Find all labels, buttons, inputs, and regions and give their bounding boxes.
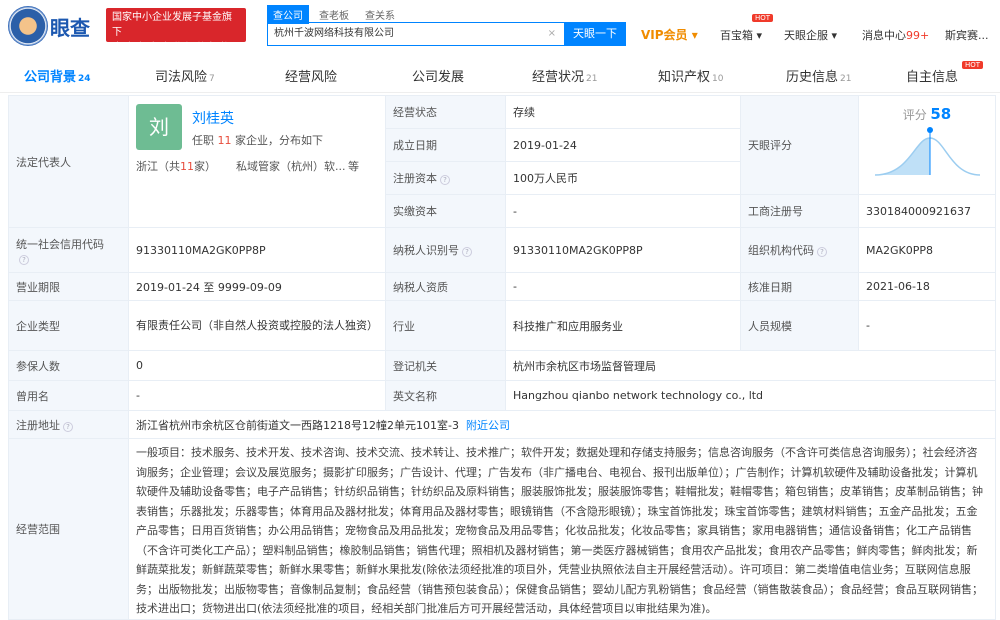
help-icon: ? [817,247,827,257]
insured-value: 0 [128,350,386,381]
founded-label: 成立日期 [385,128,506,162]
related-company[interactable]: 私域管家（杭州）软... [236,158,348,174]
insured-label: 参保人数 [8,350,129,381]
scope-value: 一般项目：技术服务、技术开发、技术咨询、技术交流、技术转让、技术推广；软件开发；… [128,438,996,620]
tab-company-development[interactable]: 公司发展 [412,66,464,85]
region-count[interactable]: 浙江（共11家） [136,158,236,174]
etc-text: 等 [348,160,359,173]
former-label: 曾用名 [8,380,129,411]
approve-label: 核准日期 [740,272,859,301]
score-label: 天眼评分 [740,95,859,195]
message-center[interactable]: 消息中心99+ [862,27,929,43]
authority-value: 杭州市余杭区市场监督管理局 [505,350,996,381]
section-tabs: 公司背景 24 司法风险 7 经营风险 公司发展 经营状况 21 知识产权 10 历史信… [0,55,1000,93]
logo-text: 眼查 [50,15,90,40]
score-cell[interactable]: 评分 58 [858,95,996,195]
help-icon: ? [440,175,450,185]
legal-rep-summary: 任职 11 家企业，分布如下 [192,134,323,147]
score-marker-pin-icon [926,126,933,133]
score-title: 评分 [902,107,927,122]
type-label: 企业类型 [8,300,129,351]
capital-value: 100万人民币 [505,161,741,195]
tax-id-label: 纳税人识别号? [385,227,506,273]
score-distribution-chart [874,126,980,176]
capital-label: 注册资本? [385,161,506,195]
tab-business-risk[interactable]: 经营风险 [285,66,337,85]
credit-value: 91330110MA2GK0PP8P [128,227,386,273]
help-icon: ? [63,421,73,432]
staff-label: 人员规模 [740,300,859,351]
industry-value: 科技推广和应用服务业 [505,300,741,351]
avatar: 刘 [136,104,182,150]
baobao-menu[interactable]: 百宝箱 ▾ [720,27,762,43]
vip-link[interactable]: VIP会员 ▾ [641,26,698,43]
tax-id-value: 91330110MA2GK0PP8P [505,227,741,273]
top-header: 眼查 国家中小企业发展子基金旗下 官方备案企业征信机构 查公司 查老板 查关系 … [0,0,1000,55]
tab-judicial-risk[interactable]: 司法风险 7 [155,66,215,85]
approve-value: 2021-06-18 [858,272,996,301]
paid-label: 实缴资本 [385,194,506,228]
status-label: 经营状态 [385,95,506,129]
credit-label: 统一社会信用代码? [8,227,129,273]
address-value: 浙江省杭州市余杭区仓前街道文一西路1218号12幢2单元101室-3 附近公司 [128,410,996,439]
paid-value: - [505,194,741,228]
reg-no-value: 330184000921637 [858,194,996,228]
founded-value: 2019-01-24 [505,128,741,162]
promo-banner[interactable]: 国家中小企业发展子基金旗下 官方备案企业征信机构 [106,8,246,54]
type-value: 有限责任公司（非自然人投资或控股的法人独资） [128,300,386,351]
nearby-companies-link[interactable]: 附近公司 [466,419,510,432]
score-value: 58 [930,104,952,123]
scope-label: 经营范围 [8,438,129,620]
industry-label: 行业 [385,300,506,351]
logo[interactable]: 眼查 [8,6,90,46]
term-value: 2019-01-24 至 9999-09-09 [128,272,386,301]
tab-self-info[interactable]: 自主信息 [906,66,958,85]
logo-emblem-icon [8,6,48,46]
score-curve-fill [874,137,930,175]
company-info-table: 法定代表人 刘 刘桂英 任职 11 家企业，分布如下 浙江（共11家） 私域管家… [8,95,996,620]
former-value: - [128,380,386,411]
hot-badge: HOT [962,61,984,69]
promo-line: 官方备案企业征信机构 [112,41,232,54]
legal-rep-label: 法定代表人 [8,95,129,228]
search-value: 杭州千波网络科技有限公司 [274,28,394,39]
taxpayer-value: - [505,272,741,301]
search-button[interactable]: 天眼一下 [564,22,626,46]
taxpayer-label: 纳税人资质 [385,272,506,301]
address-label: 注册地址? [8,410,129,439]
help-icon: ? [19,254,29,265]
org-code-label: 组织机构代码? [740,227,859,273]
tab-company-background[interactable]: 公司背景 24 [24,66,91,85]
tab-history[interactable]: 历史信息 21 [786,66,851,85]
english-value: Hangzhou qianbo network technology co., … [505,380,996,411]
staff-value: - [858,300,996,351]
term-label: 营业期限 [8,272,129,301]
authority-label: 登记机关 [385,350,506,381]
org-code-value: MA2GK0PP8 [858,227,996,273]
reg-no-label: 工商注册号 [740,194,859,228]
tab-ip[interactable]: 知识产权 10 [658,66,723,85]
clear-icon[interactable]: × [548,23,556,45]
help-icon: ? [462,247,472,257]
hot-badge: HOT [752,14,774,22]
user-menu[interactable]: 斯宾赛... [945,27,989,43]
english-label: 英文名称 [385,380,506,411]
tab-operations[interactable]: 经营状况 21 [532,66,597,85]
legal-rep-cell: 刘 刘桂英 任职 11 家企业，分布如下 浙江（共11家） 私域管家（杭州）软.… [128,95,386,228]
legal-rep-name[interactable]: 刘桂英 [192,108,323,128]
search-input[interactable]: 杭州千波网络科技有限公司 × [267,22,565,46]
qifu-menu[interactable]: 天眼企服 ▾ [784,27,837,43]
promo-line: 国家中小企业发展子基金旗下 [112,12,232,38]
status-value: 存续 [505,95,741,129]
